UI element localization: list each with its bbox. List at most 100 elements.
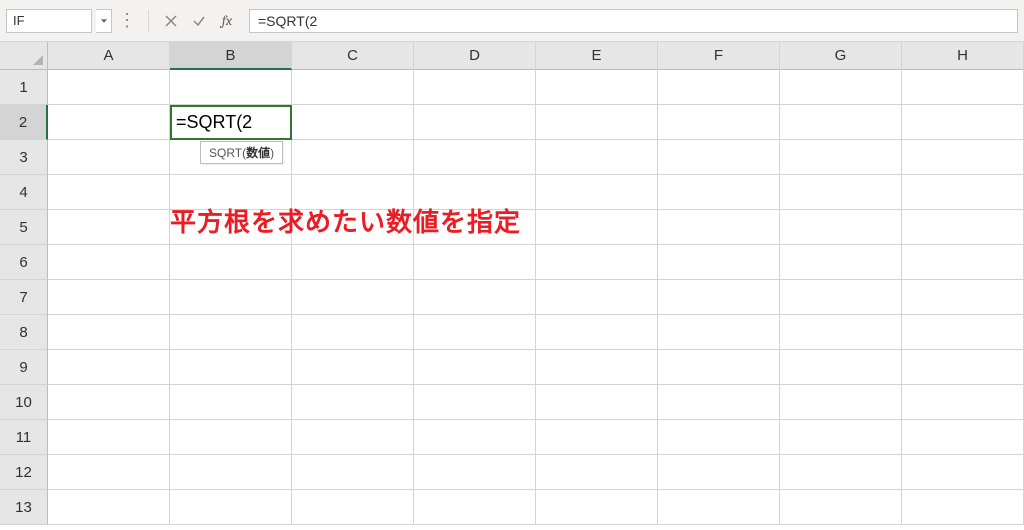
cell[interactable]: [170, 420, 292, 455]
cell[interactable]: [658, 70, 780, 105]
cell[interactable]: [902, 420, 1024, 455]
cell[interactable]: [780, 175, 902, 210]
cell[interactable]: [658, 455, 780, 490]
cell[interactable]: [902, 315, 1024, 350]
cell[interactable]: [658, 175, 780, 210]
column-header[interactable]: D: [414, 42, 536, 70]
cell[interactable]: [414, 315, 536, 350]
cell[interactable]: [902, 210, 1024, 245]
cell[interactable]: [780, 210, 902, 245]
row-header[interactable]: 9: [0, 350, 48, 385]
row-header[interactable]: 4: [0, 175, 48, 210]
cell[interactable]: [48, 210, 170, 245]
cell[interactable]: [536, 350, 658, 385]
cell[interactable]: [536, 455, 658, 490]
formula-bar-options-icon[interactable]: ⋮: [116, 10, 138, 31]
cell[interactable]: [292, 385, 414, 420]
row-header[interactable]: 1: [0, 70, 48, 105]
cell[interactable]: [48, 70, 170, 105]
cell[interactable]: [48, 105, 170, 140]
cell[interactable]: [48, 245, 170, 280]
cell[interactable]: [536, 245, 658, 280]
cell[interactable]: [658, 385, 780, 420]
name-box-dropdown[interactable]: [96, 9, 112, 33]
cell[interactable]: [536, 490, 658, 525]
cell[interactable]: [658, 315, 780, 350]
cell[interactable]: [292, 490, 414, 525]
cell[interactable]: [414, 420, 536, 455]
cell[interactable]: [292, 105, 414, 140]
row-header[interactable]: 10: [0, 385, 48, 420]
row-header[interactable]: 6: [0, 245, 48, 280]
cell[interactable]: [780, 140, 902, 175]
cell[interactable]: [902, 455, 1024, 490]
active-cell-editor[interactable]: =SQRT(2: [170, 105, 292, 140]
column-header[interactable]: A: [48, 42, 170, 70]
cell[interactable]: [780, 315, 902, 350]
cell[interactable]: [536, 385, 658, 420]
cell[interactable]: [536, 140, 658, 175]
cell[interactable]: [780, 455, 902, 490]
cell[interactable]: [536, 420, 658, 455]
row-header[interactable]: 8: [0, 315, 48, 350]
cell[interactable]: [658, 490, 780, 525]
cell[interactable]: [780, 245, 902, 280]
cell[interactable]: [292, 350, 414, 385]
cell[interactable]: [170, 490, 292, 525]
cell[interactable]: [292, 420, 414, 455]
cell[interactable]: [658, 350, 780, 385]
cell[interactable]: [170, 70, 292, 105]
row-header[interactable]: 7: [0, 280, 48, 315]
cell[interactable]: [536, 315, 658, 350]
cell[interactable]: [170, 245, 292, 280]
cell[interactable]: [48, 140, 170, 175]
cell[interactable]: [902, 70, 1024, 105]
cell[interactable]: [48, 315, 170, 350]
cell[interactable]: [48, 350, 170, 385]
cell[interactable]: [48, 385, 170, 420]
cell[interactable]: [658, 280, 780, 315]
row-header[interactable]: 13: [0, 490, 48, 525]
column-header[interactable]: H: [902, 42, 1024, 70]
cell[interactable]: [902, 175, 1024, 210]
cell[interactable]: [414, 490, 536, 525]
cell[interactable]: [48, 420, 170, 455]
row-header[interactable]: 2: [0, 105, 48, 140]
cell[interactable]: [414, 350, 536, 385]
cell[interactable]: [48, 175, 170, 210]
cell[interactable]: [658, 420, 780, 455]
formula-input[interactable]: =SQRT(2: [249, 9, 1018, 33]
cell[interactable]: [170, 455, 292, 490]
row-header[interactable]: 11: [0, 420, 48, 455]
column-header[interactable]: F: [658, 42, 780, 70]
cell[interactable]: [780, 420, 902, 455]
cell[interactable]: [780, 70, 902, 105]
cell[interactable]: [658, 140, 780, 175]
cell[interactable]: [536, 280, 658, 315]
cancel-button[interactable]: [159, 9, 183, 33]
cell[interactable]: [414, 455, 536, 490]
cell[interactable]: [414, 70, 536, 105]
cell[interactable]: [48, 490, 170, 525]
cell[interactable]: [902, 385, 1024, 420]
column-header[interactable]: B: [170, 42, 292, 70]
cell[interactable]: [658, 105, 780, 140]
cell[interactable]: [780, 350, 902, 385]
cell[interactable]: [170, 350, 292, 385]
cell[interactable]: [902, 105, 1024, 140]
row-header[interactable]: 5: [0, 210, 48, 245]
cell[interactable]: [902, 140, 1024, 175]
cell[interactable]: [536, 210, 658, 245]
cell[interactable]: [902, 350, 1024, 385]
cell[interactable]: [414, 105, 536, 140]
cell[interactable]: [536, 175, 658, 210]
insert-function-button[interactable]: fx: [215, 9, 239, 33]
cell[interactable]: [902, 245, 1024, 280]
cell[interactable]: [170, 280, 292, 315]
cell[interactable]: [48, 455, 170, 490]
cell[interactable]: [292, 280, 414, 315]
cell[interactable]: [780, 280, 902, 315]
cell[interactable]: [292, 70, 414, 105]
enter-button[interactable]: [187, 9, 211, 33]
cell[interactable]: [536, 105, 658, 140]
